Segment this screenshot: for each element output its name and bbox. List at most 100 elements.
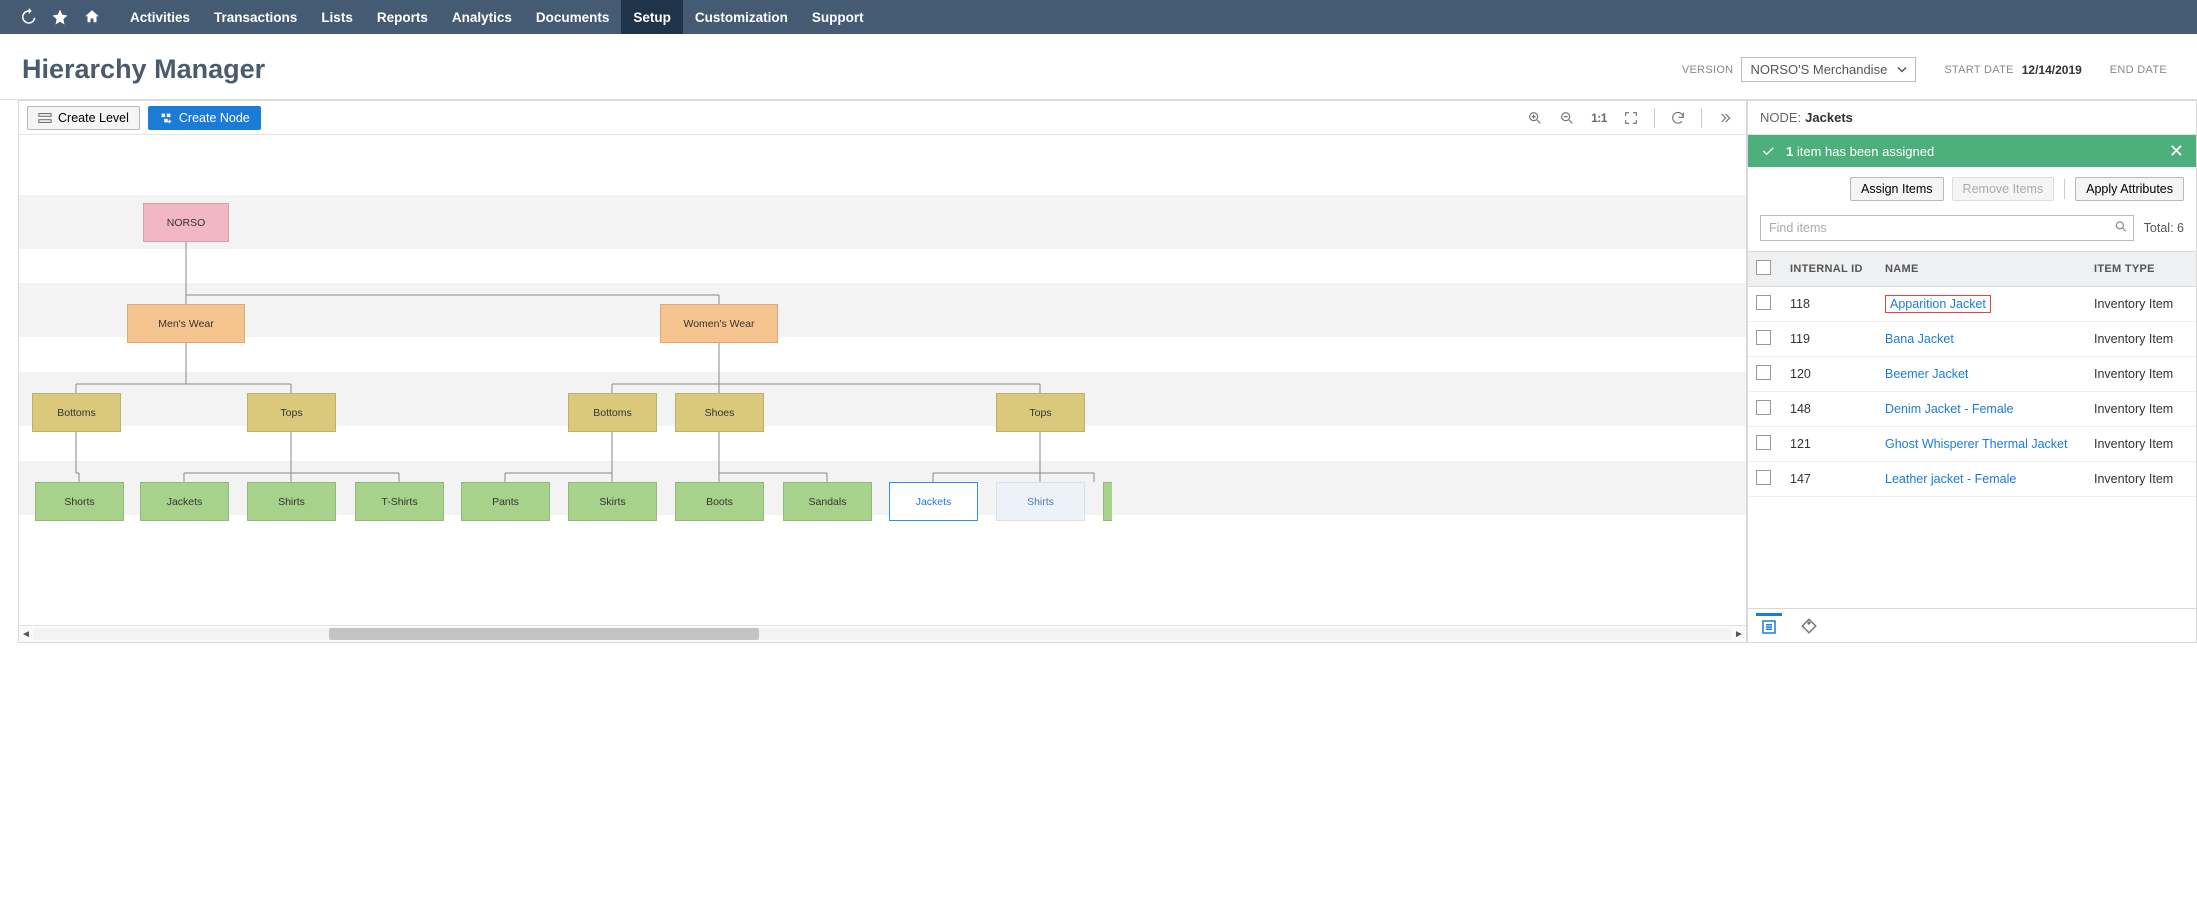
node-leaf[interactable]: T-Shirts [355, 482, 444, 521]
cell-internal-id: 118 [1782, 287, 1877, 322]
scroll-left-icon[interactable]: ◄ [19, 626, 33, 643]
node-leaf[interactable]: Pants [461, 482, 550, 521]
list-tab-icon[interactable] [1756, 613, 1782, 639]
side-tabs [1748, 608, 2196, 642]
nav-customization[interactable]: Customization [683, 0, 800, 34]
node-leaf[interactable]: Shirts [996, 482, 1085, 521]
star-icon[interactable] [44, 0, 76, 34]
nav-analytics[interactable]: Analytics [440, 0, 524, 34]
scroll-thumb[interactable] [329, 628, 759, 640]
table-row: 119Bana JacketInventory Item [1748, 322, 2196, 357]
cell-item-type: Inventory Item [2086, 462, 2196, 497]
node-leaf[interactable]: Sandals [783, 482, 872, 521]
fit-screen-icon[interactable] [1618, 105, 1644, 131]
cell-internal-id: 121 [1782, 427, 1877, 462]
cell-name[interactable]: Apparition Jacket [1877, 287, 2086, 322]
version-value: NORSO'S Merchandise [1750, 62, 1887, 77]
selected-node-name: Jackets [1805, 110, 1853, 125]
nav-activities[interactable]: Activities [118, 0, 202, 34]
col-item-type[interactable]: ITEM TYPE [2086, 252, 2196, 287]
node-category[interactable]: Men's Wear [127, 304, 245, 343]
search-input[interactable] [1760, 215, 2134, 241]
search-icon[interactable] [2114, 220, 2128, 237]
cell-name[interactable]: Bana Jacket [1877, 322, 2086, 357]
col-name[interactable]: NAME [1877, 252, 2086, 287]
node-sub[interactable]: Bottoms [568, 393, 657, 432]
create-node-button[interactable]: Create Node [148, 106, 261, 130]
home-icon[interactable] [76, 0, 108, 34]
items-table: INTERNAL ID NAME ITEM TYPE 118Apparition… [1748, 251, 2196, 497]
row-checkbox[interactable] [1756, 435, 1771, 450]
history-icon[interactable] [12, 0, 44, 34]
start-date-label: START DATE [1944, 64, 2013, 76]
hierarchy-canvas-pane: Create Level Create Node 1:1 [18, 100, 1747, 643]
chevron-down-icon [1897, 62, 1907, 77]
cell-name[interactable]: Beemer Jacket [1877, 357, 2086, 392]
remove-items-button[interactable]: Remove Items [1952, 177, 2055, 201]
horizontal-scrollbar[interactable]: ◄ ► [19, 625, 1746, 642]
row-checkbox[interactable] [1756, 330, 1771, 345]
node-header: NODE: Jackets [1748, 101, 2196, 135]
cell-name[interactable]: Ghost Whisperer Thermal Jacket [1877, 427, 2086, 462]
col-internal-id[interactable]: INTERNAL ID [1782, 252, 1877, 287]
cell-internal-id: 120 [1782, 357, 1877, 392]
node-sub[interactable]: Shoes [675, 393, 764, 432]
close-icon[interactable]: ✕ [2169, 142, 2184, 160]
check-icon [1760, 143, 1776, 159]
nav-transactions[interactable]: Transactions [202, 0, 309, 34]
tag-tab-icon[interactable] [1796, 613, 1822, 639]
refresh-icon[interactable] [1665, 105, 1691, 131]
zoom-reset-button[interactable]: 1:1 [1586, 105, 1612, 131]
total-label: Total: 6 [2144, 221, 2184, 235]
version-label: VERSION [1682, 64, 1734, 76]
nav-support[interactable]: Support [800, 0, 876, 34]
row-checkbox[interactable] [1756, 365, 1771, 380]
table-row: 120Beemer JacketInventory Item [1748, 357, 2196, 392]
node-leaf-partial[interactable] [1103, 482, 1112, 521]
node-leaf[interactable]: Skirts [568, 482, 657, 521]
cell-name[interactable]: Leather jacket - Female [1877, 462, 2086, 497]
scroll-right-icon[interactable]: ► [1732, 626, 1746, 643]
node-leaf[interactable]: Boots [675, 482, 764, 521]
table-row: 147Leather jacket - FemaleInventory Item [1748, 462, 2196, 497]
cell-internal-id: 119 [1782, 322, 1877, 357]
row-checkbox[interactable] [1756, 470, 1771, 485]
select-all-checkbox[interactable] [1756, 260, 1771, 275]
hierarchy-canvas[interactable]: NORSO Men's Wear Women's Wear Bottoms To… [19, 135, 1746, 625]
version-select[interactable]: NORSO'S Merchandise [1741, 57, 1916, 82]
cell-internal-id: 148 [1782, 392, 1877, 427]
assign-items-button[interactable]: Assign Items [1850, 177, 1944, 201]
collapse-panel-icon[interactable] [1712, 105, 1738, 131]
nav-reports[interactable]: Reports [365, 0, 440, 34]
cell-item-type: Inventory Item [2086, 357, 2196, 392]
nav-documents[interactable]: Documents [524, 0, 622, 34]
table-row: 121Ghost Whisperer Thermal JacketInvento… [1748, 427, 2196, 462]
end-date-label: END DATE [2110, 64, 2167, 76]
node-category[interactable]: Women's Wear [660, 304, 778, 343]
zoom-in-icon[interactable] [1522, 105, 1548, 131]
level-icon [38, 111, 52, 125]
start-date-value: 12/14/2019 [2022, 63, 2082, 77]
node-leaf-selected[interactable]: Jackets [889, 482, 978, 521]
node-sub[interactable]: Tops [996, 393, 1085, 432]
zoom-out-icon[interactable] [1554, 105, 1580, 131]
nav-lists[interactable]: Lists [309, 0, 365, 34]
node-sub[interactable]: Tops [247, 393, 336, 432]
nav-setup[interactable]: Setup [621, 0, 683, 34]
node-sub[interactable]: Bottoms [32, 393, 121, 432]
cell-name[interactable]: Denim Jacket - Female [1877, 392, 2086, 427]
table-row: 148Denim Jacket - FemaleInventory Item [1748, 392, 2196, 427]
page-title: Hierarchy Manager [22, 54, 265, 85]
canvas-toolbar: Create Level Create Node 1:1 [19, 101, 1746, 135]
node-icon [159, 111, 173, 125]
cell-item-type: Inventory Item [2086, 392, 2196, 427]
node-leaf[interactable]: Shorts [35, 482, 124, 521]
apply-attributes-button[interactable]: Apply Attributes [2075, 177, 2184, 201]
node-leaf[interactable]: Jackets [140, 482, 229, 521]
top-nav: ActivitiesTransactionsListsReportsAnalyt… [0, 0, 2197, 34]
node-leaf[interactable]: Shirts [247, 482, 336, 521]
row-checkbox[interactable] [1756, 400, 1771, 415]
node-root[interactable]: NORSO [143, 203, 229, 242]
row-checkbox[interactable] [1756, 295, 1771, 310]
create-level-button[interactable]: Create Level [27, 106, 140, 130]
